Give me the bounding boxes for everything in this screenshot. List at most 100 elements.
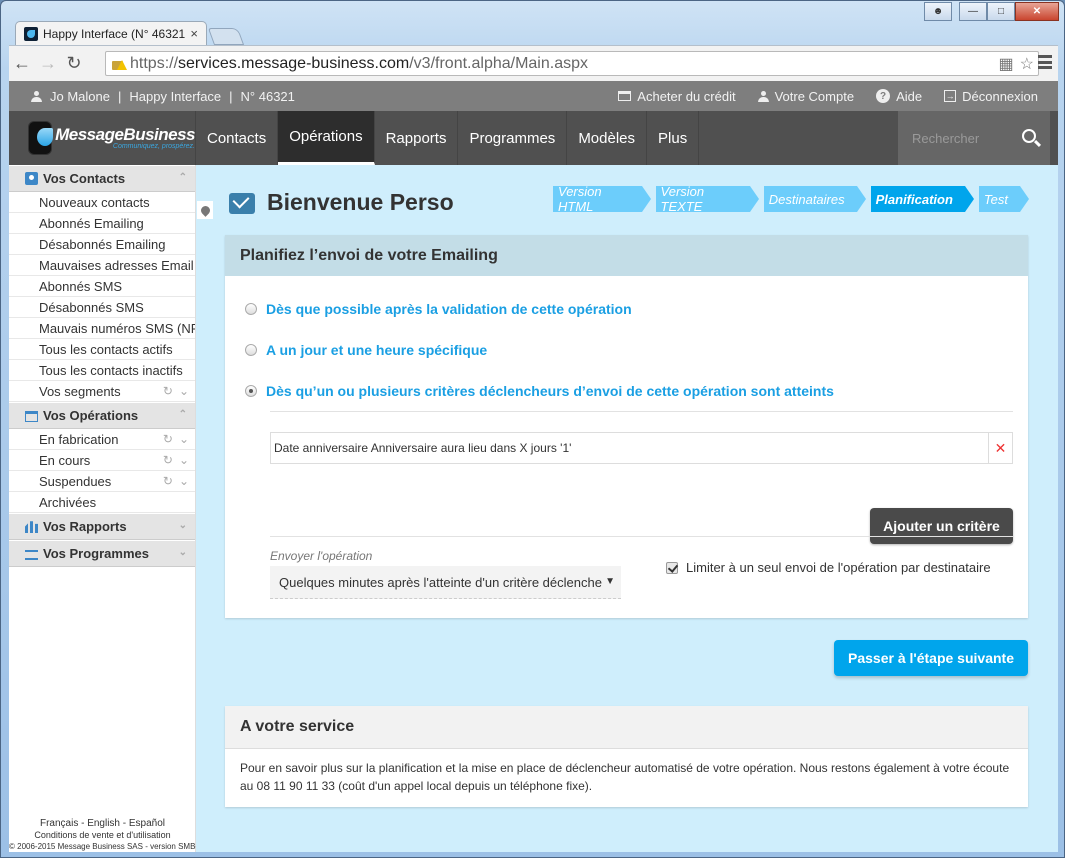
nav-operations[interactable]: Opérations: [278, 111, 375, 165]
close-window-button[interactable]: ✕: [1015, 2, 1059, 21]
sidebar-item-en-fabrication[interactable]: En fabrication ↻ ⌄: [9, 429, 195, 450]
browser-tab[interactable]: Happy Interface (N° 46321 ×: [15, 21, 207, 45]
step-destinataires[interactable]: Destinataires: [763, 186, 866, 212]
wizard-steps: Version HTML Version TEXTE Destinataires…: [553, 184, 1030, 214]
radio-button[interactable]: [245, 302, 257, 315]
search-box[interactable]: Rechercher: [898, 111, 1050, 165]
schedule-card: Planifiez l’envoi de votre Emailing Dès …: [225, 235, 1028, 618]
chevron-down-icon[interactable]: ⌄: [179, 432, 189, 446]
profile-button[interactable]: ☻: [924, 2, 952, 21]
account-link[interactable]: Votre Compte: [757, 89, 854, 104]
browser-menu-icon[interactable]: [1038, 55, 1052, 69]
company-name: Happy Interface: [129, 88, 222, 104]
chevron-down-icon[interactable]: ⌄: [179, 547, 187, 558]
star-icon[interactable]: ☆: [1020, 54, 1034, 74]
url-scheme: https://: [130, 54, 179, 72]
sidebar-item-desabonnes-sms[interactable]: Désabonnés SMS: [9, 297, 195, 318]
nav-contacts[interactable]: Contacts: [196, 111, 279, 165]
item-label: En cours: [39, 452, 91, 468]
help-link[interactable]: ? Aide: [876, 89, 922, 104]
item-label: Mauvaises adresses Email: [39, 257, 194, 273]
minimize-button[interactable]: —: [959, 2, 987, 21]
forward-icon[interactable]: →: [35, 53, 61, 74]
sidebar-item-suspendues[interactable]: Suspendues ↻ ⌄: [9, 471, 195, 492]
maximize-button[interactable]: □: [987, 2, 1015, 21]
dropdown-arrow-icon[interactable]: ▼: [602, 576, 615, 587]
nav-modeles[interactable]: Modèles: [567, 111, 648, 165]
radio-button-selected[interactable]: [245, 384, 257, 397]
option-triggers[interactable]: Dès qu’un ou plusieurs critères déclench…: [240, 370, 1013, 411]
chevron-down-icon[interactable]: ⌄: [179, 453, 189, 467]
section-title: Vos Contacts: [43, 171, 126, 186]
sidebar-item-archivees[interactable]: Archivées: [9, 492, 195, 513]
item-label: Suspendues: [39, 473, 112, 489]
chevron-down-icon[interactable]: ⌄: [179, 520, 187, 531]
bar-chart-icon: [25, 521, 38, 533]
option-asap[interactable]: Dès que possible après la validation de …: [240, 288, 1013, 329]
refresh-icon[interactable]: ↻: [163, 474, 173, 488]
search-icon[interactable]: [1022, 129, 1036, 143]
next-step-button[interactable]: Passer à l'étape suivante: [834, 640, 1028, 676]
translate-icon[interactable]: ▦: [999, 54, 1014, 74]
buy-credit-label: Acheter du crédit: [637, 88, 736, 104]
close-tab-icon[interactable]: ×: [190, 26, 198, 41]
nav-programmes[interactable]: Programmes: [458, 111, 568, 165]
nav-plus[interactable]: Plus: [647, 111, 700, 165]
sidebar-item-segments[interactable]: Vos segments ↻ ⌄: [9, 381, 195, 402]
sidebar-section-rapports[interactable]: Vos Rapports ⌄: [9, 514, 195, 540]
service-heading: A votre service: [225, 706, 1028, 749]
language-links[interactable]: Français - English - Español: [9, 818, 196, 829]
sidebar-item-abonnes-sms[interactable]: Abonnés SMS: [9, 276, 195, 297]
step-version-html[interactable]: Version HTML: [553, 184, 651, 214]
sidebar-item-mauvaises-adresses[interactable]: Mauvaises adresses Email: [9, 255, 195, 276]
refresh-icon[interactable]: ↻: [163, 432, 173, 446]
service-text: Pour en savoir plus sur la planification…: [240, 761, 1010, 793]
new-tab-button[interactable]: [207, 28, 245, 45]
sidebar-item-contacts-actifs[interactable]: Tous les contacts actifs: [9, 339, 195, 360]
search-input[interactable]: Rechercher: [912, 131, 979, 146]
radio-button[interactable]: [245, 343, 257, 356]
step-planification[interactable]: Planification: [870, 186, 975, 212]
sidebar-item-mauvais-numeros[interactable]: Mauvais numéros SMS (NPAI): [9, 318, 195, 339]
user-icon: [757, 90, 769, 102]
schedule-body: Dès que possible après la validation de …: [225, 276, 1028, 618]
sidebar-section-programmes[interactable]: Vos Programmes ⌄: [9, 541, 195, 567]
logo[interactable]: MessageBusiness Communiquez, prospérez.: [9, 111, 196, 165]
option-specific-date[interactable]: A un jour et une heure spécifique: [240, 329, 1013, 370]
pin-sidebar-icon[interactable]: [197, 201, 213, 219]
limit-checkbox[interactable]: [666, 561, 678, 574]
sidebar-item-desabonnes-emailing[interactable]: Désabonnés Emailing: [9, 234, 195, 255]
sidebar-item-nouveaux-contacts[interactable]: Nouveaux contacts: [9, 192, 195, 213]
send-timing-select[interactable]: Quelques minutes après l'atteinte d'un c…: [270, 566, 621, 599]
logout-link[interactable]: → Déconnexion: [944, 89, 1038, 104]
address-bar[interactable]: https://services.message-business.com/v3…: [105, 51, 1039, 76]
section-title: Vos Programmes: [43, 546, 149, 561]
folder-icon: [25, 410, 38, 422]
program-icon: [25, 549, 38, 560]
sidebar-item-en-cours[interactable]: En cours ↻ ⌄: [9, 450, 195, 471]
item-label: Tous les contacts inactifs: [39, 362, 183, 378]
sidebar-item-abonnes-emailing[interactable]: Abonnés Emailing: [9, 213, 195, 234]
delete-criterion-icon[interactable]: ✕: [988, 433, 1012, 463]
terms-link[interactable]: Conditions de vente et d'utilisation: [9, 830, 196, 841]
contacts-icon: [25, 172, 38, 185]
chevron-up-icon[interactable]: ⌃: [179, 409, 187, 420]
chevron-down-icon[interactable]: ⌄: [179, 474, 189, 488]
chevron-up-icon[interactable]: ⌃: [179, 172, 187, 183]
reload-icon[interactable]: ↻: [61, 53, 87, 74]
back-icon[interactable]: ←: [9, 53, 35, 74]
buy-credit-link[interactable]: Acheter du crédit: [618, 88, 736, 104]
refresh-icon[interactable]: ↻: [163, 453, 173, 467]
limit-checkbox-row[interactable]: Limiter à un seul envoi de l'opération p…: [666, 560, 991, 575]
chevron-down-icon[interactable]: ⌄: [179, 384, 189, 398]
nav-rapports[interactable]: Rapports: [375, 111, 459, 165]
refresh-icon[interactable]: ↻: [163, 384, 173, 398]
profile-icon[interactable]: ☻: [924, 2, 952, 21]
step-version-texte[interactable]: Version TEXTE: [655, 184, 759, 214]
step-test[interactable]: Test: [978, 186, 1030, 212]
lock-warning-icon[interactable]: [112, 57, 127, 71]
separator: |: [117, 88, 122, 104]
sidebar-item-contacts-inactifs[interactable]: Tous les contacts inactifs: [9, 360, 195, 381]
sidebar-section-contacts[interactable]: Vos Contacts ⌃: [9, 166, 195, 192]
sidebar-section-operations[interactable]: Vos Opérations ⌃: [9, 403, 195, 429]
